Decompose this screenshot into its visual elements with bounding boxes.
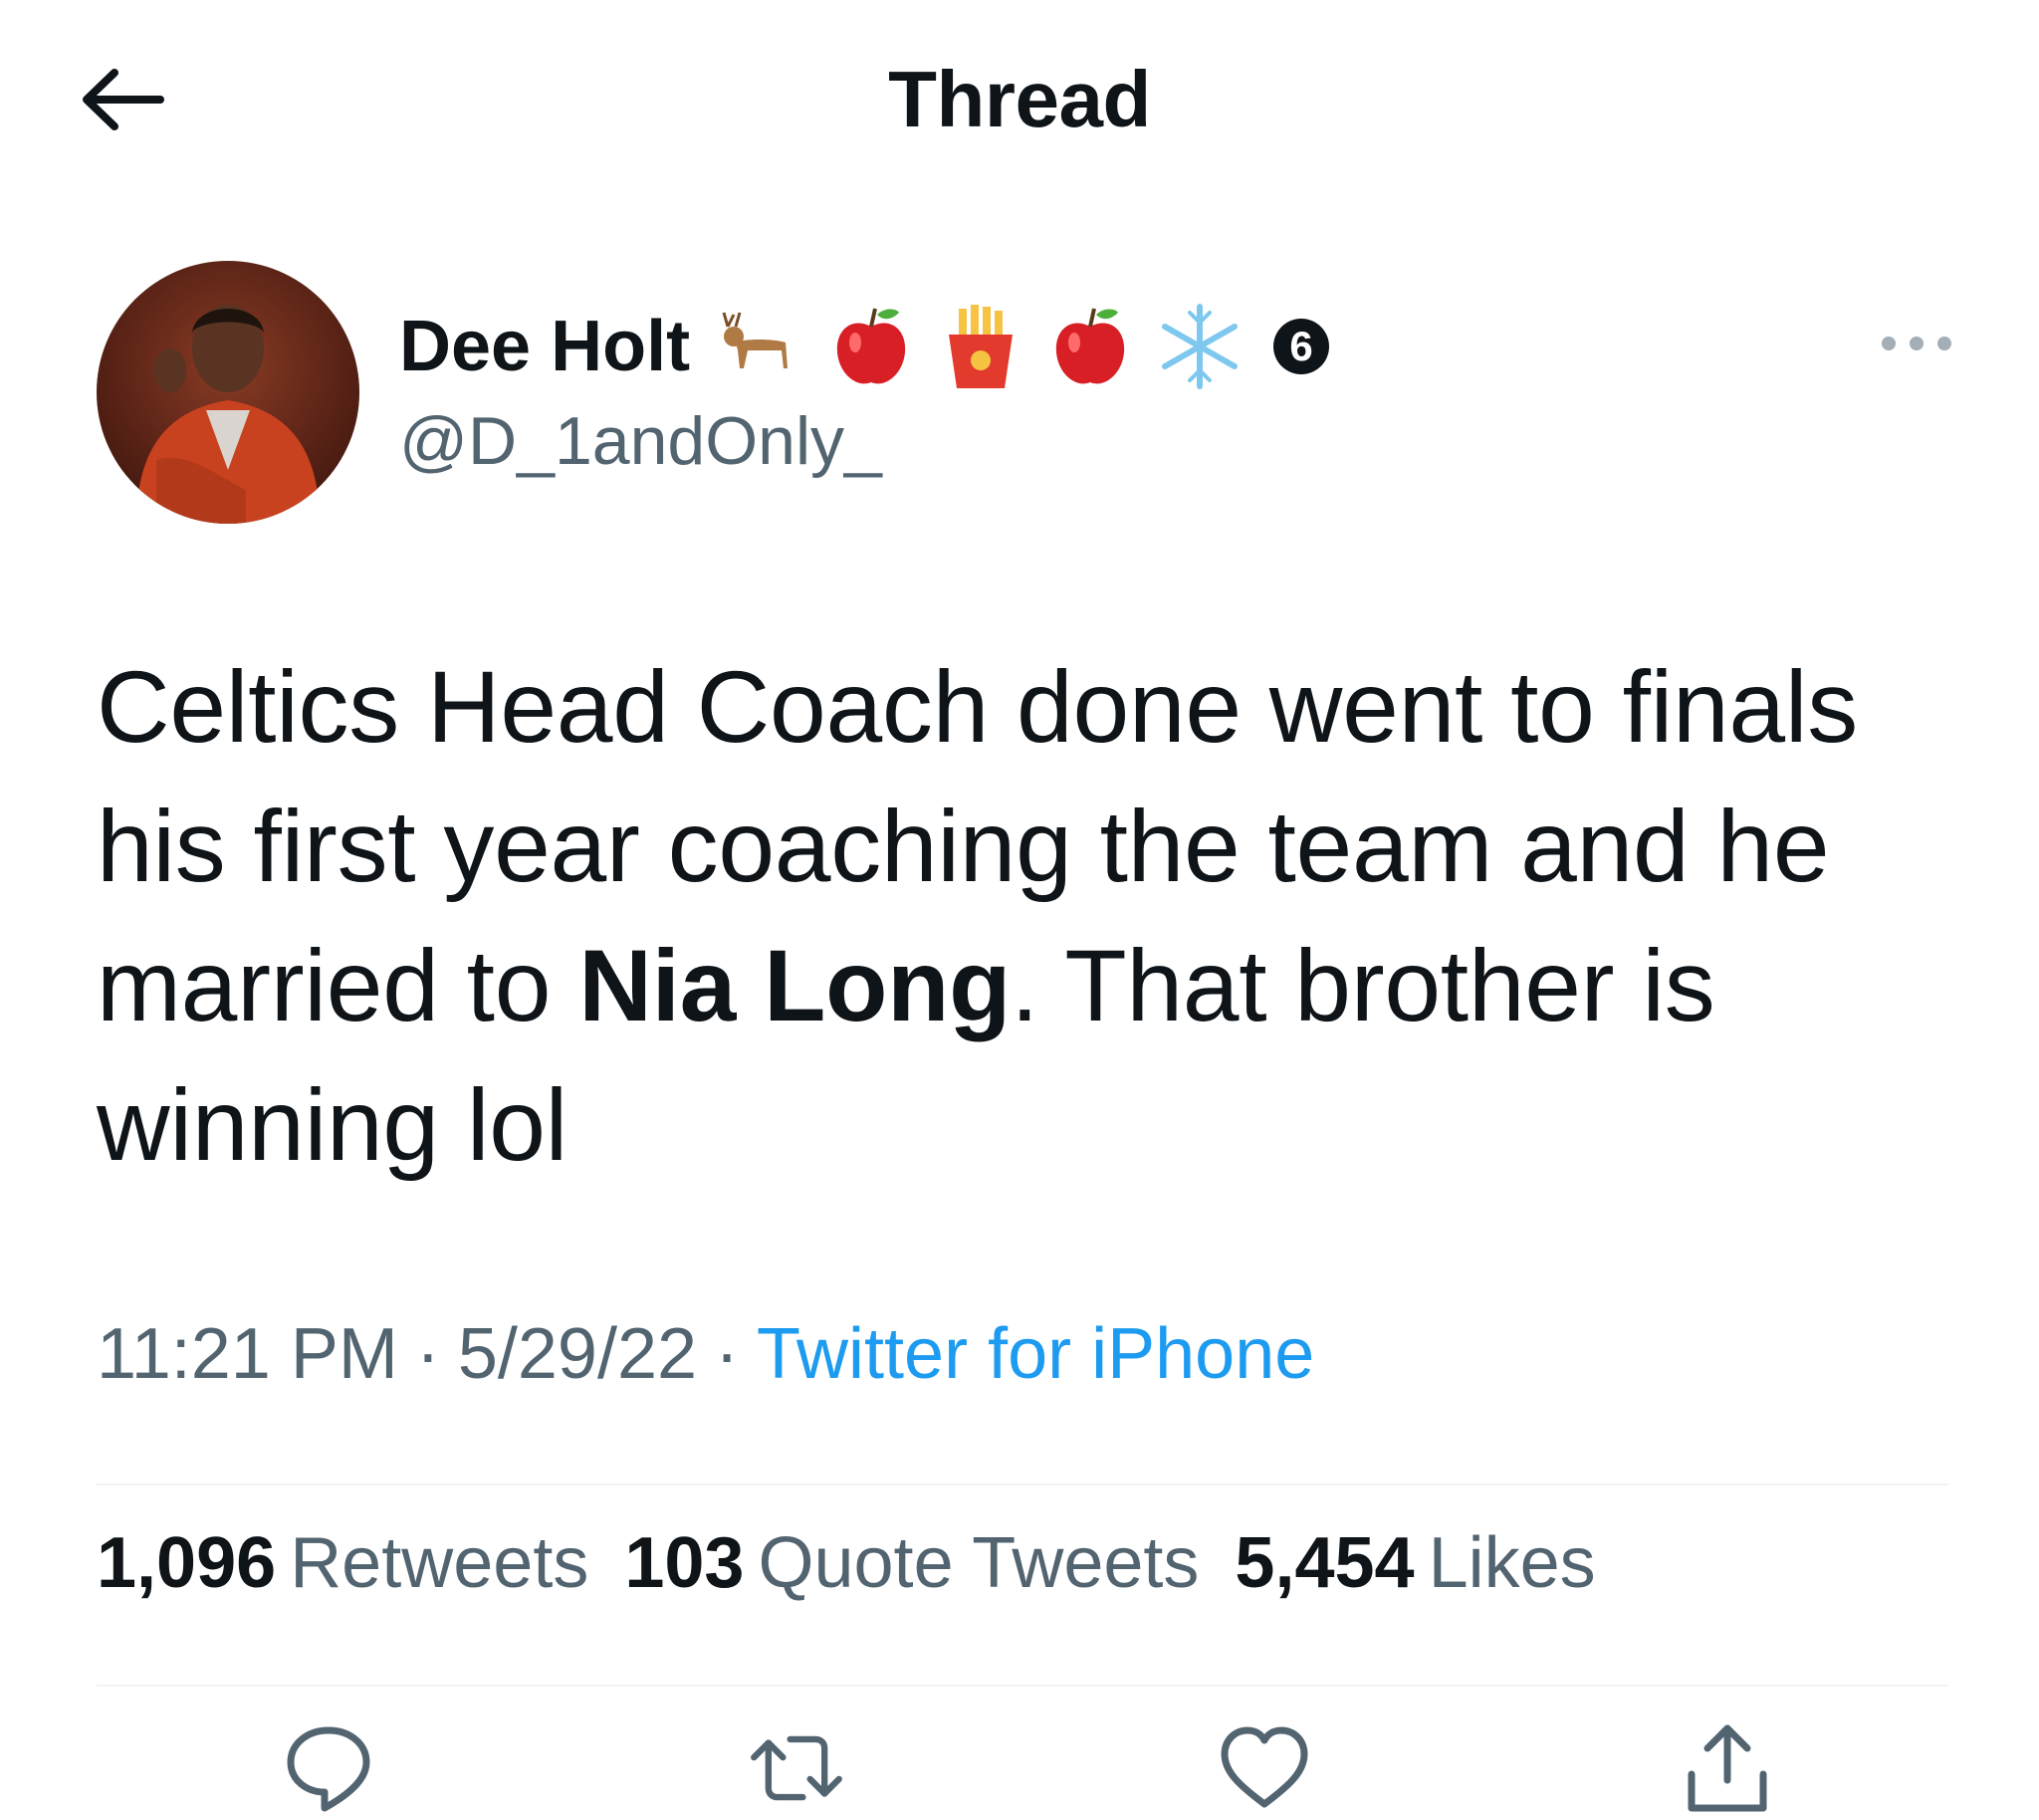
reply-button[interactable] [279, 1720, 378, 1820]
retweet-icon [751, 1735, 842, 1801]
tweet-meta: 11:21 PM · 5/29/22 · Twitter for iPhone [97, 1309, 1314, 1399]
retweets-count: 1,096 [97, 1523, 277, 1603]
page-title: Thread [888, 55, 1151, 143]
like-button[interactable] [1215, 1720, 1314, 1820]
divider [97, 1685, 1948, 1687]
author-name-row[interactable]: Dee Holt 6 [399, 299, 1330, 394]
meta-separator: · [715, 1314, 740, 1394]
french-fries-icon [933, 299, 1028, 394]
likes-count: 5,454 [1235, 1523, 1415, 1603]
tweet-stats: 1,096 Retweets 103 Quote Tweets 5,454 Likes [97, 1518, 1632, 1608]
share-button[interactable] [1678, 1720, 1777, 1820]
likes-label: Likes [1428, 1523, 1596, 1603]
tweet-text: Celtics Head Coach done went to finals h… [97, 637, 1988, 1195]
tweet-source-link[interactable]: Twitter for iPhone [757, 1314, 1314, 1394]
retweet-button[interactable] [747, 1720, 846, 1820]
retweets-label: Retweets [290, 1523, 589, 1603]
likes-stat[interactable]: 5,454 Likes [1235, 1523, 1595, 1603]
author-handle[interactable]: @D_1andOnly_ [399, 396, 882, 486]
meta-separator: · [415, 1314, 440, 1394]
more-horizontal-icon [1882, 337, 1951, 350]
share-icon [1688, 1724, 1767, 1812]
avatar-photo [97, 261, 359, 524]
like-icon [1221, 1726, 1308, 1808]
red-apple-icon [1042, 299, 1138, 394]
divider [97, 1483, 1948, 1485]
tweet-mention-bold: Nia Long [578, 929, 1012, 1042]
tweet-date[interactable]: 5/29/22 [458, 1314, 697, 1394]
deer-icon [714, 299, 809, 394]
author-display-name: Dee Holt [399, 307, 691, 386]
quote-tweets-label: Quote Tweets [758, 1523, 1200, 1603]
tweet-actions [0, 1712, 2039, 1815]
name-emojis: 6 [714, 299, 1330, 394]
reply-icon [287, 1726, 370, 1812]
quote-tweets-stat[interactable]: 103 Quote Tweets [624, 1523, 1199, 1603]
red-apple-icon [823, 299, 919, 394]
quote-tweets-count: 103 [624, 1523, 745, 1603]
retweets-stat[interactable]: 1,096 Retweets [97, 1523, 588, 1603]
avatar[interactable] [97, 261, 359, 524]
tweet-time[interactable]: 11:21 PM [97, 1314, 398, 1394]
snowflake-icon [1152, 299, 1247, 394]
thread-header: Thread [0, 0, 2039, 199]
more-options-button[interactable] [1862, 309, 1971, 378]
number-badge: 6 [1273, 319, 1330, 374]
